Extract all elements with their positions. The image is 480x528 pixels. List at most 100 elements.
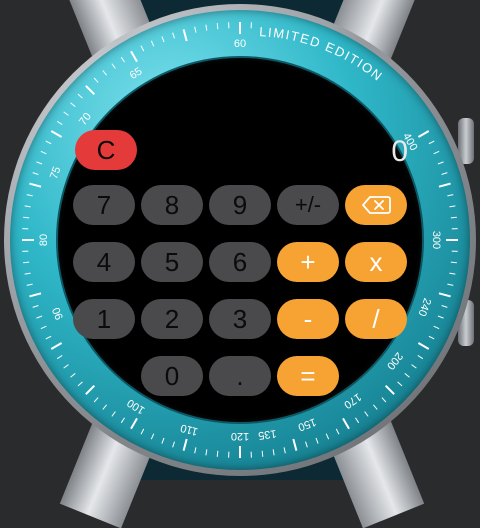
- add-button[interactable]: +: [277, 242, 339, 282]
- key-2[interactable]: 2: [141, 299, 203, 339]
- bezel-tick: [151, 41, 153, 46]
- bezel-tick: [112, 64, 116, 69]
- bezel-tick: [27, 284, 33, 285]
- bezel-tick: [398, 382, 402, 386]
- bezel-tick: [206, 449, 207, 455]
- key-label: 7: [97, 192, 111, 218]
- bezel-tick: [33, 306, 39, 308]
- bezel-tick: [365, 412, 369, 417]
- bezel-tick: [447, 284, 453, 285]
- bezel-tick: [46, 141, 51, 144]
- bezel-tick: [293, 439, 296, 451]
- bezel-tick: [57, 121, 62, 124]
- key-label: 1: [97, 306, 111, 332]
- bezel-tick: [386, 386, 394, 394]
- bezel-tick: [94, 398, 98, 402]
- key-5[interactable]: 5: [141, 242, 203, 282]
- key-3[interactable]: 3: [209, 299, 271, 339]
- bezel-tick: [184, 439, 187, 451]
- bezel-tick: [418, 131, 428, 137]
- equals-button[interactable]: =: [277, 356, 339, 396]
- key-label: +/-: [295, 194, 321, 216]
- bezel-tick: [316, 438, 318, 444]
- key-plus-minus[interactable]: +/-: [277, 185, 339, 225]
- bezel-tick: [195, 27, 196, 33]
- bezel-tick: [442, 173, 448, 175]
- key-6[interactable]: 6: [209, 242, 271, 282]
- bezel-tick: [418, 343, 428, 349]
- bezel-tick: [451, 262, 457, 263]
- bezel-tick: [418, 355, 423, 358]
- bezel-tick: [103, 405, 107, 410]
- key-9[interactable]: 9: [209, 185, 271, 225]
- bezel-tick: [449, 206, 455, 207]
- key-7[interactable]: 7: [73, 185, 135, 225]
- key-label: x: [370, 249, 383, 275]
- bezel-tick: [41, 151, 46, 153]
- key-4[interactable]: 4: [73, 242, 135, 282]
- result-display: 0: [391, 135, 408, 169]
- bezel-tick: [121, 418, 124, 423]
- key-label: 3: [233, 306, 247, 332]
- bezel-tick: [112, 412, 116, 417]
- bezel-tick: [78, 94, 82, 98]
- bezel-tick: [25, 273, 31, 274]
- bezel-tick: [306, 442, 308, 448]
- backspace-icon: [361, 195, 391, 215]
- bezel-tick: [162, 438, 164, 444]
- bezel-tick: [373, 405, 377, 410]
- tachymeter-label: 65: [128, 65, 145, 82]
- decimal-button[interactable]: .: [209, 356, 271, 396]
- multiply-button[interactable]: x: [345, 242, 407, 282]
- bezel-tick: [121, 57, 124, 62]
- bezel-tick: [434, 151, 439, 153]
- key-label: 5: [165, 249, 179, 275]
- bezel-tick: [23, 217, 29, 218]
- key-label: =: [300, 363, 315, 389]
- clear-label: C: [97, 137, 116, 163]
- bezel-tick: [103, 71, 107, 76]
- bezel-tick: [447, 195, 453, 196]
- backspace-button[interactable]: [345, 185, 407, 225]
- tachymeter-label: 300: [430, 231, 442, 249]
- tachymeter-label: 110: [179, 421, 199, 437]
- bezel-tick: [46, 336, 51, 339]
- key-label: 8: [165, 192, 179, 218]
- tachymeter-label: 60: [234, 38, 246, 50]
- key-8[interactable]: 8: [141, 185, 203, 225]
- watch-face: LIMITED EDITION 604003002402001701501351…: [0, 0, 480, 480]
- key-1[interactable]: 1: [73, 299, 135, 339]
- bezel-tick: [336, 429, 339, 434]
- bezel-tick: [23, 262, 29, 263]
- bezel-tick: [78, 382, 82, 386]
- bezel-tick: [64, 112, 69, 116]
- bezel-tick: [217, 451, 218, 457]
- subtract-button[interactable]: -: [277, 299, 339, 339]
- bezel-tick: [131, 51, 137, 61]
- bezel-tick: [206, 25, 207, 31]
- tachymeter-label: 170: [342, 390, 364, 410]
- bezel-tick: [438, 162, 444, 164]
- bezel-tick: [439, 293, 451, 296]
- bezel-tick: [284, 447, 285, 453]
- bezel-tick: [33, 173, 39, 175]
- key-label: 6: [233, 249, 247, 275]
- key-label: 0: [165, 363, 179, 389]
- key-label: +: [300, 249, 315, 275]
- bezel-tick: [173, 442, 175, 448]
- bezel-tick: [429, 336, 434, 339]
- tachymeter-label: 240: [415, 296, 433, 317]
- clear-button[interactable]: C: [75, 130, 137, 170]
- bezel-tick: [71, 103, 76, 107]
- key-label: /: [372, 306, 379, 332]
- tachymeter-label: 150: [296, 415, 317, 433]
- bezel-tick: [438, 316, 444, 318]
- bezel-tick: [451, 217, 457, 218]
- bezel-tick: [184, 29, 187, 41]
- key-label: 9: [233, 192, 247, 218]
- divide-button[interactable]: /: [345, 299, 407, 339]
- key-0[interactable]: 0: [141, 356, 203, 396]
- bezel-tick: [57, 355, 62, 358]
- tachymeter-label: 75: [48, 165, 63, 181]
- bezel-tick: [29, 184, 41, 187]
